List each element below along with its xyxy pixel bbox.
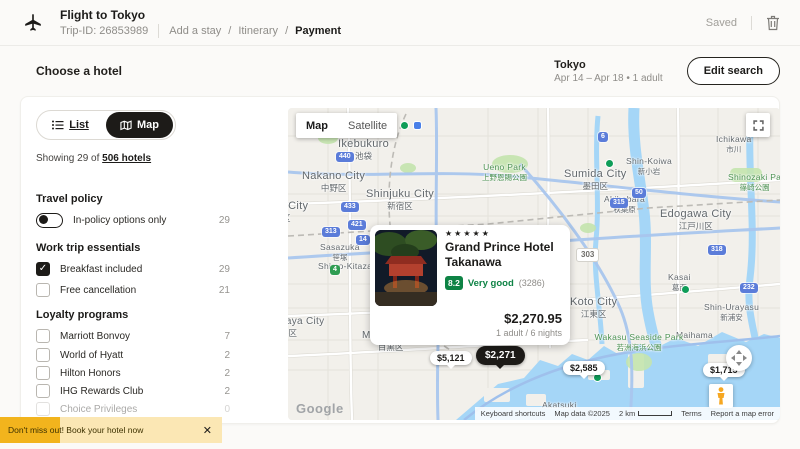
search-summary: Tokyo Apr 14 – Apr 18 • 1 adult (554, 59, 663, 84)
breadcrumb-payment[interactable]: Payment (295, 25, 341, 37)
divider (158, 24, 159, 38)
choice-count: 0 (224, 404, 230, 415)
list-view-button[interactable]: List (37, 111, 104, 139)
saved-status: Saved (706, 17, 737, 29)
trip-title: Flight to Tokyo (60, 8, 341, 22)
loyalty-row-hilton: Hilton Honors 2 (36, 365, 230, 381)
breakfast-filter-row: ✓ Breakfast included 29 (36, 261, 230, 277)
airplane-icon (20, 10, 46, 36)
marriott-checkbox[interactable] (36, 329, 50, 343)
in-policy-label: In-policy options only (73, 215, 166, 226)
ihg-count: 2 (224, 386, 230, 397)
choice-checkbox[interactable] (36, 402, 50, 416)
google-logo: Google (296, 401, 344, 416)
map-icon (120, 120, 132, 131)
breakfast-count: 29 (219, 264, 230, 275)
rating-text: Very good (468, 278, 514, 289)
map-scale: 2 km (619, 409, 672, 418)
hotel-stars: ★★★★★ (445, 229, 562, 238)
hotel-photo (375, 230, 437, 306)
map-attribution: Keyboard shortcuts Map data ©2025 2 km T… (475, 407, 780, 420)
free-cancellation-checkbox[interactable] (36, 283, 50, 297)
hotel-popup-card[interactable]: ★★★★★ Grand Prince Hotel Takanawa 8.2 Ve… (370, 225, 570, 345)
breadcrumb-separator: / (228, 25, 231, 37)
price-pin[interactable]: $5,121 (430, 351, 472, 365)
map-type-satellite-button[interactable]: Satellite (338, 120, 397, 132)
breadcrumb-add-a-stay[interactable]: Add a stay (169, 25, 221, 37)
loyalty-row-marriott: Marriott Bonvoy 7 (36, 328, 230, 344)
list-view-label: List (69, 119, 89, 131)
free-cancellation-label: Free cancellation (60, 285, 136, 296)
work-essentials-heading: Work trip essentials (36, 242, 140, 254)
hilton-label: Hilton Honors (60, 368, 121, 379)
breadcrumb: Add a stay / Itinerary / Payment (169, 25, 341, 37)
pegman-streetview-button[interactable] (709, 384, 733, 408)
trash-icon[interactable] (766, 15, 780, 31)
ihg-checkbox[interactable] (36, 384, 50, 398)
ihg-label: IHG Rewards Club (60, 386, 143, 397)
check-icon: ✓ (39, 264, 47, 274)
results-count: Showing 29 of 506 hotels (36, 153, 151, 164)
view-toggle: List Map (36, 110, 176, 140)
trip-id: Trip-ID: 26853989 (60, 25, 148, 37)
map-type-control: Map Satellite (296, 113, 397, 138)
choice-label: Choice Privileges (60, 404, 137, 415)
banner-close-button[interactable]: ✕ (193, 424, 222, 437)
map-data-label: Map data ©2025 (554, 409, 610, 418)
in-policy-count: 29 (219, 215, 230, 226)
hyatt-label: World of Hyatt (60, 350, 123, 361)
map-container[interactable]: Ikebukuro池袋 Nakano City中野区 Shinjuku City… (288, 108, 780, 420)
map-view-button[interactable]: Map (106, 112, 173, 138)
loyalty-row-hyatt: World of Hyatt 2 (36, 347, 230, 363)
pan-control[interactable] (726, 345, 752, 371)
travel-policy-heading: Travel policy (36, 193, 103, 205)
results-count-link[interactable]: 506 hotels (102, 153, 151, 164)
hotel-price: $2,270.95 (496, 311, 562, 326)
banner-text: Don't miss out! Book your hotel now (0, 425, 143, 435)
results-count-prefix: Showing 29 of (36, 153, 99, 164)
hilton-checkbox[interactable] (36, 366, 50, 380)
divider (751, 16, 752, 30)
keyboard-shortcuts-link[interactable]: Keyboard shortcuts (481, 409, 546, 418)
top-header: Flight to Tokyo Trip-ID: 26853989 Add a … (0, 0, 800, 46)
price-pin[interactable]: $2,585 (563, 361, 605, 375)
destination-label: Tokyo (554, 59, 663, 71)
breakfast-checkbox[interactable]: ✓ (36, 262, 50, 276)
breadcrumb-itinerary[interactable]: Itinerary (238, 25, 278, 37)
hilton-count: 2 (224, 368, 230, 379)
price-pin-selected[interactable]: $2,271 (476, 346, 525, 365)
map-view-label: Map (137, 119, 159, 131)
loyalty-row-ihg: IHG Rewards Club 2 (36, 383, 230, 399)
hyatt-count: 2 (224, 350, 230, 361)
breadcrumb-separator: / (285, 25, 288, 37)
search-toolbar: Choose a hotel Tokyo Apr 14 – Apr 18 • 1… (0, 46, 800, 96)
terms-link[interactable]: Terms (681, 409, 701, 418)
app-root: Flight to Tokyo Trip-ID: 26853989 Add a … (0, 0, 800, 449)
marriott-label: Marriott Bonvoy (60, 331, 130, 342)
hotel-price-detail: 1 adult / 6 nights (496, 328, 562, 338)
free-cancellation-count: 21 (219, 285, 230, 296)
loyalty-row-choice: Choice Privileges 0 (36, 401, 230, 417)
rating-badge: 8.2 (445, 276, 463, 290)
hotel-name: Grand Prince Hotel Takanawa (445, 240, 562, 270)
loyalty-heading: Loyalty programs (36, 309, 128, 321)
breakfast-label: Breakfast included (60, 264, 142, 275)
in-policy-filter-row: In-policy options only 29 (36, 212, 230, 228)
hyatt-checkbox[interactable] (36, 348, 50, 362)
fullscreen-button[interactable] (746, 113, 770, 137)
report-map-error-link[interactable]: Report a map error (711, 409, 774, 418)
list-icon (52, 120, 64, 130)
dates-occupancy-label: Apr 14 – Apr 18 • 1 adult (554, 73, 663, 84)
review-count: (3286) (519, 278, 545, 288)
map-type-map-button[interactable]: Map (296, 120, 338, 132)
free-cancellation-filter-row: Free cancellation 21 (36, 282, 230, 298)
edit-search-button[interactable]: Edit search (687, 57, 780, 85)
trip-info: Flight to Tokyo Trip-ID: 26853989 Add a … (60, 8, 341, 38)
filters-sidebar: List Map Showing 29 of 506 hotels Travel… (36, 96, 230, 424)
promo-banner: Don't miss out! Book your hotel now ✕ (0, 417, 222, 443)
marriott-count: 7 (224, 331, 230, 342)
in-policy-toggle[interactable] (36, 213, 63, 228)
page-title: Choose a hotel (36, 64, 122, 78)
